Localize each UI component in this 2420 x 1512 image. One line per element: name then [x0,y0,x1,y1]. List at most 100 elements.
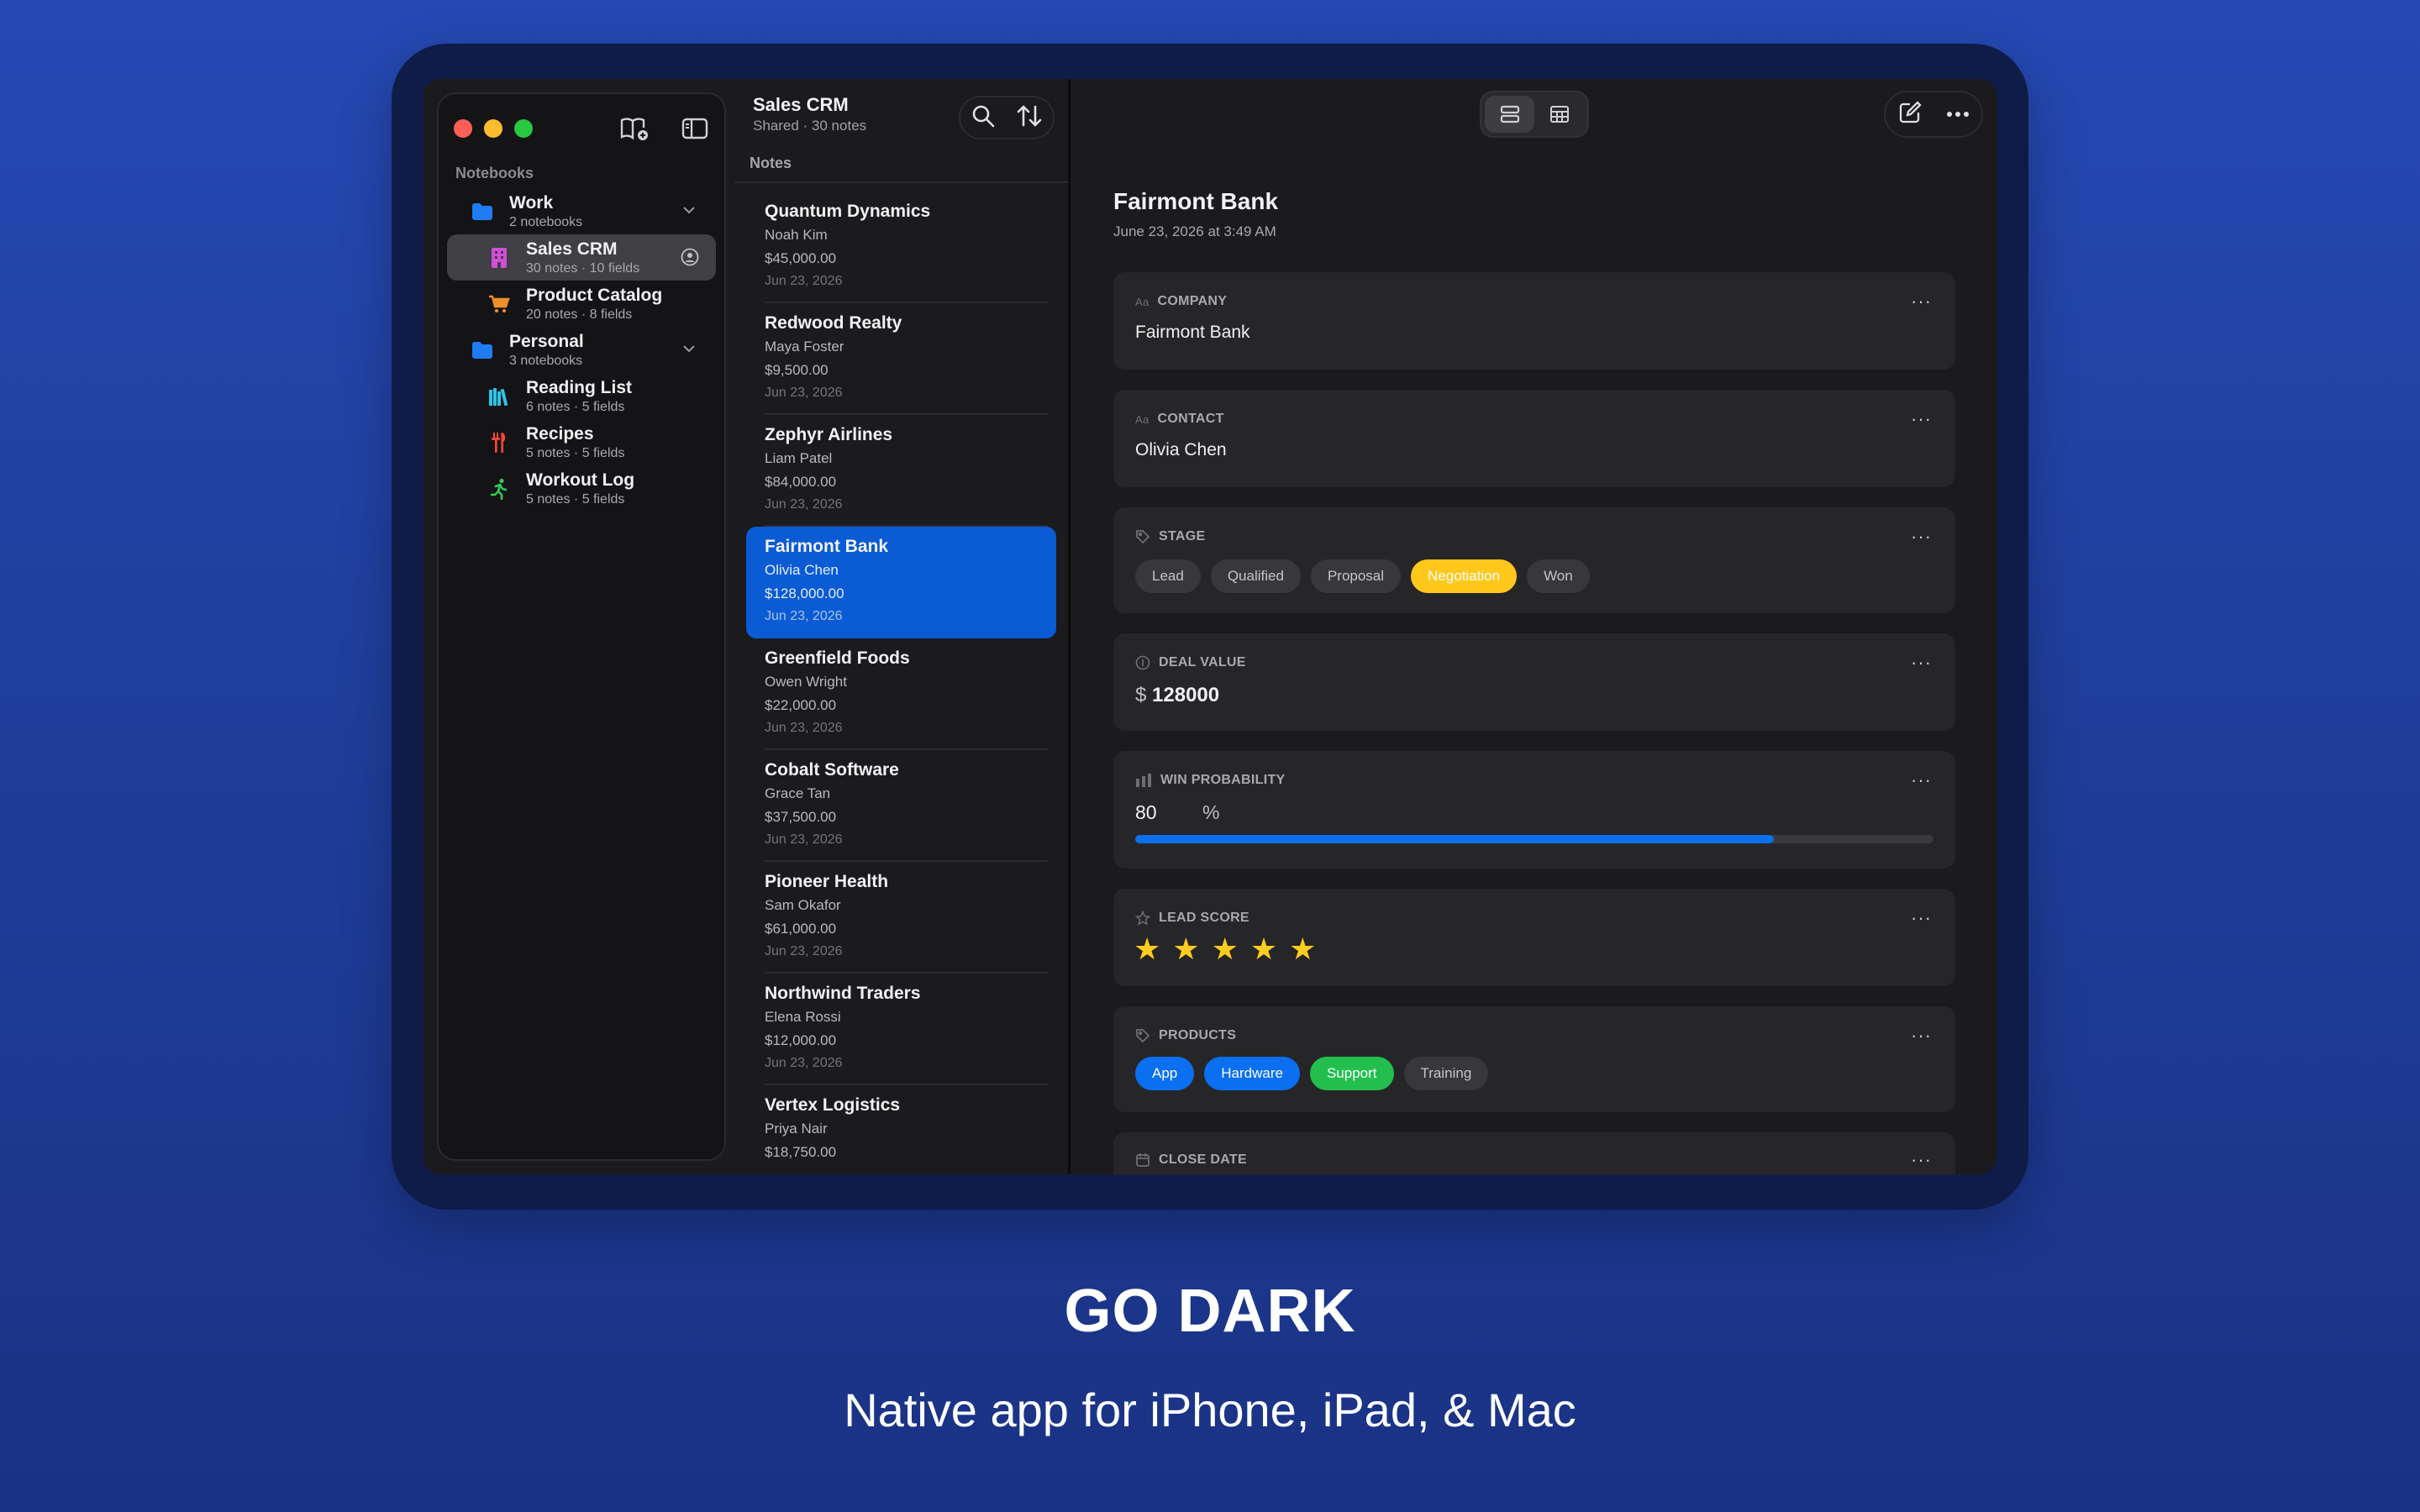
stage-chip-proposal[interactable]: Proposal [1310,559,1402,593]
notebook-meta: Shared · 30 notes [753,118,867,134]
field-more-button[interactable]: ··· [1911,408,1932,430]
stage-chip-qualified[interactable]: Qualified [1210,559,1301,593]
group-work[interactable]: Work 2 notebooks [447,188,716,234]
note-item[interactable]: Vertex Logistics Priya Nair $18,750.00 [746,1085,1056,1174]
notebook-title: Sales CRM [526,239,618,259]
note-item[interactable]: Redwood Realty Maya Foster $9,500.00 Jun… [746,303,1056,415]
notebooks-header: Notebooks [455,165,534,181]
field-label: STAGE [1159,529,1206,543]
fork-knife-icon [487,431,511,454]
new-notebook-button[interactable] [618,113,650,144]
more-button[interactable] [1946,107,1970,122]
note-item-selected[interactable]: Fairmont Bank Olivia Chen $128,000.00 Ju… [746,527,1056,638]
note-value: $9,500.00 [765,362,829,378]
sidebar: Notebooks Work 2 notebooks Sales CRM 30 … [437,92,726,1161]
star-icon[interactable]: ★ [1172,934,1199,964]
note-date: Jun 23, 2026 [765,721,843,735]
books-icon [487,385,511,408]
note-date: Jun 23, 2026 [765,386,843,400]
field-more-button[interactable]: ··· [1911,526,1932,548]
note-contact: Liam Patel [765,450,833,466]
note-item[interactable]: Quantum Dynamics Noah Kim $45,000.00 Jun… [746,192,1056,303]
sidebar-item-sales-crm[interactable]: Sales CRM 30 notes · 10 fields [447,234,716,281]
field-deal-value[interactable]: DEAL VALUE ··· $ 128000 [1113,633,1955,731]
group-personal[interactable]: Personal 3 notebooks [447,327,716,373]
folder-icon [471,339,494,362]
field-label: WIN PROBABILITY [1160,773,1286,787]
field-more-button[interactable]: ··· [1911,1025,1932,1047]
star-icon[interactable]: ★ [1134,934,1160,964]
contact-value[interactable]: Olivia Chen [1135,440,1227,460]
sort-button[interactable] [1016,104,1043,132]
star-icon[interactable]: ★ [1289,934,1316,964]
notes-toolbar [959,96,1055,139]
toggle-sidebar-button[interactable] [679,113,711,144]
group-title: Personal [509,331,584,351]
zoom-window-button[interactable] [514,119,533,138]
sidebar-item-product-catalog[interactable]: Product Catalog 20 notes · 8 fields [447,281,716,327]
field-more-button[interactable]: ··· [1911,1149,1932,1171]
note-contact: Noah Kim [765,227,828,243]
window-controls [454,119,533,138]
field-more-button[interactable]: ··· [1911,769,1932,791]
minimize-window-button[interactable] [484,119,502,138]
field-label: CONTACT [1157,412,1224,426]
field-more-button[interactable]: ··· [1911,291,1932,312]
sidebar-item-reading-list[interactable]: Reading List 6 notes · 5 fields [447,373,716,419]
chevron-down-icon[interactable] [682,203,696,218]
field-company[interactable]: Aa COMPANY ··· Fairmont Bank [1113,272,1955,370]
notes-list: Quantum Dynamics Noah Kim $45,000.00 Jun… [746,192,1056,1174]
form-view-button[interactable] [1485,96,1534,133]
product-chip-support[interactable]: Support [1309,1057,1394,1090]
probability-unit: % [1202,801,1220,823]
field-win-probability[interactable]: WIN PROBABILITY ··· 80 % [1113,751,1955,869]
note-item[interactable]: Cobalt Software Grace Tan $37,500.00 Jun… [746,750,1056,862]
deal-amount: 128000 [1152,684,1220,706]
note-company: Redwood Realty [765,313,902,333]
star-icon[interactable]: ★ [1250,934,1277,964]
table-icon [1549,106,1569,123]
rows-icon [1500,105,1519,123]
sort-arrows-icon [1017,105,1041,126]
note-item[interactable]: Pioneer Health Sam Okafor $61,000.00 Jun… [746,862,1056,974]
notebook-tree: Work 2 notebooks Sales CRM 30 notes · 10… [447,188,716,512]
star-icon[interactable]: ★ [1212,934,1239,964]
note-value: $61,000.00 [765,921,837,937]
note-contact: Grace Tan [765,785,831,801]
notes-section-header: Notes [750,155,792,171]
note-date: Jun 23, 2026 [765,832,843,847]
note-item[interactable]: Zephyr Airlines Liam Patel $84,000.00 Ju… [746,415,1056,527]
note-company: Cobalt Software [765,760,899,780]
shared-person-icon[interactable] [681,248,699,270]
divider [734,181,1068,183]
sidebar-icon [681,118,708,139]
chevron-down-icon[interactable] [682,342,696,357]
promo-headline: GO DARK [1064,1278,1356,1345]
sidebar-item-recipes[interactable]: Recipes 5 notes · 5 fields [447,419,716,465]
product-chip-hardware[interactable]: Hardware [1204,1057,1300,1090]
note-item[interactable]: Northwind Traders Elena Rossi $12,000.00… [746,974,1056,1085]
search-button[interactable] [971,104,995,132]
note-item[interactable]: Greenfield Foods Owen Wright $22,000.00 … [746,638,1056,750]
field-more-button[interactable]: ··· [1911,907,1932,929]
stage-chip-negotiation[interactable]: Negotiation [1411,559,1518,593]
stage-chip-won[interactable]: Won [1527,559,1590,593]
sidebar-item-workout-log[interactable]: Workout Log 5 notes · 5 fields [447,465,716,512]
company-value[interactable]: Fairmont Bank [1135,323,1250,343]
notebook-title: Workout Log [526,470,635,490]
probability-value[interactable]: 80 [1135,801,1157,824]
text-type-icon: Aa [1135,295,1150,308]
table-view-button[interactable] [1534,96,1584,133]
note-timestamp: June 23, 2026 at 3:49 AM [1113,223,1276,239]
field-close-date[interactable]: CLOSE DATE ··· [1113,1132,1955,1174]
compose-button[interactable] [1898,100,1922,129]
field-contact[interactable]: Aa CONTACT ··· Olivia Chen [1113,390,1955,487]
close-window-button[interactable] [454,119,472,138]
deal-value[interactable]: $ 128000 [1135,684,1219,707]
bar-chart-icon [1136,774,1151,787]
product-chip-app[interactable]: App [1135,1057,1195,1090]
field-more-button[interactable]: ··· [1911,652,1932,674]
notebook-subtitle: 30 notes · 10 fields [526,260,640,276]
product-chip-training[interactable]: Training [1403,1057,1489,1090]
stage-chip-lead[interactable]: Lead [1135,559,1201,593]
